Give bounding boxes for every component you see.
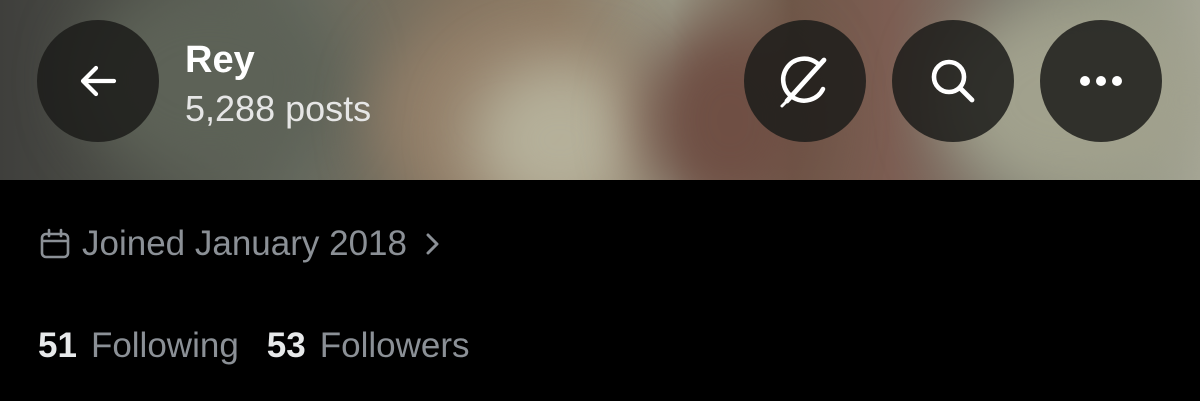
back-arrow-icon <box>80 65 117 97</box>
grok-icon <box>780 56 827 108</box>
search-button[interactable] <box>892 20 1014 142</box>
profile-header-info: Rey 5,288 posts <box>185 38 371 132</box>
followers-count: 53 <box>266 326 306 365</box>
profile-banner <box>0 0 1200 180</box>
back-button[interactable] <box>37 20 159 142</box>
search-icon <box>931 59 975 103</box>
following-count: 51 <box>38 326 77 365</box>
followers-link[interactable]: 53 Followers <box>267 326 470 366</box>
following-link[interactable]: 51 Following <box>38 326 239 366</box>
joined-date-link[interactable]: Joined January 2018 <box>38 224 441 264</box>
calendar-icon <box>40 228 70 259</box>
following-label: Following <box>90 326 239 365</box>
more-button[interactable] <box>1040 20 1162 142</box>
more-icon <box>1080 76 1122 86</box>
grok-button[interactable] <box>744 20 866 142</box>
joined-date: Joined January 2018 <box>82 224 407 263</box>
chevron-right-icon <box>426 233 439 255</box>
follow-stats: 51 Following 53 Followers <box>38 326 470 366</box>
profile-name: Rey <box>185 39 255 81</box>
post-count: 5,288 posts <box>185 88 372 129</box>
followers-label: Followers <box>319 326 470 365</box>
